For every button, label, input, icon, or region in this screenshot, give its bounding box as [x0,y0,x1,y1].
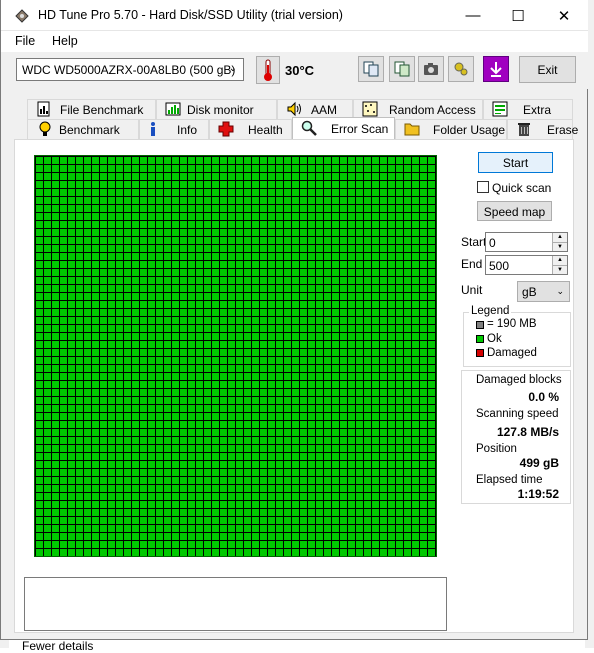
tab-erase[interactable]: Erase [507,119,578,139]
speaker-icon [287,101,301,117]
unit-label: Unit [461,283,483,297]
tab-aam[interactable]: AAM [277,99,353,119]
copy-screenshot-icon[interactable] [389,56,415,82]
start-button[interactable]: Start [478,152,553,173]
scan-block-map [34,155,437,557]
tab-disk-monitor[interactable]: Disk monitor [156,99,277,119]
trash-icon [518,123,530,136]
elapsed-time-value: 1:19:52 [517,487,559,501]
tab-benchmark[interactable]: Benchmark [27,119,139,139]
ok-swatch [476,335,484,343]
legend-ok: Ok [487,333,502,345]
disk-monitor-icon [165,102,181,116]
chevron-down-icon: ⌄ [228,63,237,74]
tab-extra-tests[interactable]: Extra tests [483,99,573,131]
title-bar: HD Tune Pro 5.70 - Hard Disk/SSD Utility… [1,0,588,31]
scan-log-box[interactable] [24,577,447,631]
position-label: Position [476,443,517,455]
minimize-button[interactable]: — [450,0,496,31]
copy-text-icon[interactable] [358,56,384,82]
thermometer-icon[interactable] [256,56,280,84]
block-swatch [476,321,484,329]
camera-icon[interactable] [418,56,444,82]
exit-button[interactable]: Exit [519,56,576,83]
app-window: HD Tune Pro 5.70 - Hard Disk/SSD Utility… [0,0,588,640]
tab-random-access[interactable]: Random Access [353,99,483,119]
extra-tests-icon [492,101,508,117]
window-title: HD Tune Pro 5.70 - Hard Disk/SSD Utility… [38,8,343,22]
position-value: 499 gB [519,456,559,470]
fewer-details-link[interactable]: Fewer details [22,639,93,653]
options-icon[interactable] [448,56,474,82]
spin-down-icon[interactable]: ▼ [552,265,567,274]
temperature-readout: 30°C [285,63,315,78]
tab-file-benchmark[interactable]: File Benchmark [27,99,156,119]
toolbar: WDC WD5000AZRX-00A8LB0 (500 gB) ⌄ 30°C E… [1,52,588,89]
menu-bar: File Help [1,31,588,52]
elapsed-time-label: Elapsed time [476,474,543,486]
spin-down-icon[interactable]: ▼ [552,242,567,251]
chevron-down-icon: ⌄ [556,286,564,296]
tab-health[interactable]: Health [209,119,292,139]
end-field[interactable]: 500 ▲ ▼ [485,255,568,275]
drive-select-value: WDC WD5000AZRX-00A8LB0 (500 gB) [22,63,236,77]
legend-block-size: = 190 MB [487,318,537,330]
benchmark-icon [39,121,51,136]
menu-help[interactable]: Help [52,34,78,48]
download-arrow-icon[interactable] [483,56,509,82]
damaged-swatch [476,349,484,357]
unit-select[interactable]: gB ⌄ [517,281,570,302]
speed-map-button[interactable]: Speed map [477,201,552,221]
app-icon [15,9,29,23]
start-field-value: 0 [489,236,496,250]
close-button[interactable]: ✕ [541,0,587,31]
file-benchmark-icon [37,101,50,117]
health-cross-icon [218,121,234,137]
folder-icon [404,123,420,136]
drive-select[interactable]: WDC WD5000AZRX-00A8LB0 (500 gB) ⌄ [16,58,244,81]
end-field-value: 500 [489,259,510,273]
info-icon [151,122,155,136]
spin-up-icon[interactable]: ▲ [552,256,567,265]
unit-select-value: gB [522,285,537,299]
legend-title: Legend [469,305,512,317]
tab-folder-usage[interactable]: Folder Usage [395,119,507,139]
tab-info[interactable]: Info [139,119,209,139]
legend-damaged: Damaged [487,347,537,359]
start-field-label: Start [461,235,487,249]
maximize-button[interactable]: ☐ [495,0,541,31]
damaged-blocks-label: Damaged blocks [476,374,562,386]
tab-error-scan[interactable]: Error Scan [292,117,395,139]
random-access-icon [362,101,378,117]
spin-up-icon[interactable]: ▲ [552,233,567,242]
menu-file[interactable]: File [15,34,35,48]
magnifier-icon [301,120,317,136]
quick-scan-checkbox[interactable] [477,181,489,193]
scanning-speed-value: 127.8 MB/s [496,425,559,439]
quick-scan-label: Quick scan [492,181,552,195]
damaged-blocks-value: 0.0 % [528,390,559,404]
start-field[interactable]: 0 ▲ ▼ [485,232,568,252]
scanning-speed-label: Scanning speed [476,408,559,420]
end-field-label: End [461,257,483,271]
